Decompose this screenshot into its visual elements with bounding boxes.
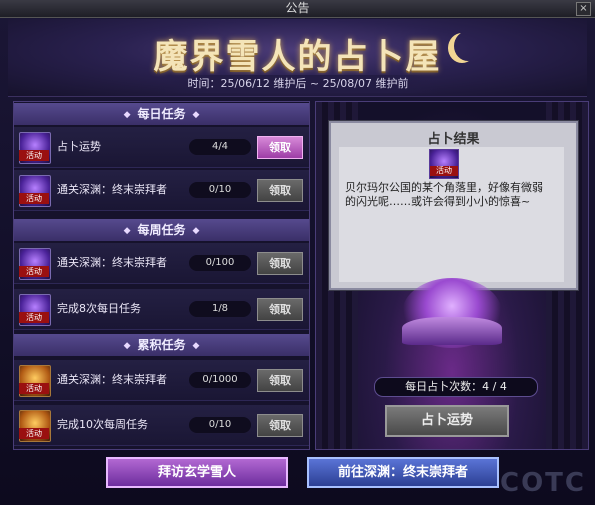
visit-yeti-button[interactable]: 拜访玄学雪人 (106, 457, 288, 488)
task-progress: 1/8 (189, 301, 251, 317)
claim-button[interactable]: 领取 (257, 414, 303, 437)
task-row: 活动 完成10次每周任务 0/10 领取 (14, 405, 309, 446)
watermark-logo: COTC (500, 468, 586, 498)
task-name: 通关深渊：终末崇拜者 (57, 183, 167, 196)
purple-orb-icon: 活动 (19, 175, 51, 207)
task-progress: 0/1000 (189, 372, 251, 388)
task-row: 活动 完成8次每日任务 1/8 领取 (14, 289, 309, 330)
gold-orb-icon: 活动 (19, 365, 51, 397)
section-weekly: ◆ 每周任务 ◆ (14, 219, 309, 241)
claim-button[interactable]: 领取 (257, 252, 303, 275)
divine-button[interactable]: 占卜运势 (385, 405, 509, 437)
task-progress: 0/10 (189, 417, 251, 433)
claim-button[interactable]: 领取 (257, 369, 303, 392)
reward-orb-icon: 活动 (429, 149, 459, 179)
task-name: 完成8次每日任务 (57, 302, 141, 315)
diamond-icon: ◆ (123, 341, 131, 351)
diamond-icon: ◆ (192, 110, 200, 120)
event-window: 公告 × 魔界雪人的占卜屋 时间：25/06/12 维护后 ~ 25/08/07… (0, 0, 595, 505)
crystal-ball-stand (402, 317, 502, 345)
event-banner: 魔界雪人的占卜屋 时间：25/06/12 维护后 ~ 25/08/07 维护前 (8, 19, 587, 97)
claim-button[interactable]: 领取 (257, 179, 303, 202)
purple-orb-icon: 活动 (19, 248, 51, 280)
window-titlebar: 公告 × (0, 0, 595, 18)
claim-button[interactable]: 领取 (257, 136, 303, 159)
moon-icon (454, 31, 482, 61)
diamond-icon: ◆ (192, 226, 200, 236)
result-title: 占卜结果 (427, 132, 480, 147)
event-time: 时间：25/06/12 维护后 ~ 25/08/07 维护前 (158, 75, 438, 93)
section-cumulative: ◆ 累积任务 ◆ (14, 334, 309, 356)
task-progress: 0/10 (189, 182, 251, 198)
purple-orb-icon: 活动 (19, 294, 51, 326)
gold-orb-icon: 活动 (19, 410, 51, 442)
goto-abyss-button[interactable]: 前往深渊：终末崇拜者 (307, 457, 499, 488)
fortune-result-card: 占卜结果 活动 贝尔玛尔公国的某个角落里，好像有微弱的闪光呢……或许会得到小小的… (329, 121, 578, 290)
diamond-icon: ◆ (123, 110, 131, 120)
banner-title: 魔界雪人的占卜屋 (153, 37, 442, 77)
purple-orb-icon: 活动 (19, 132, 51, 164)
section-daily: ◆ 每日任务 ◆ (14, 103, 309, 125)
diamond-icon: ◆ (123, 226, 131, 236)
task-name: 通关深渊：终末崇拜者 (57, 373, 167, 386)
diamond-icon: ◆ (192, 341, 200, 351)
task-progress: 4/4 (189, 139, 251, 155)
window-title: 公告 (285, 1, 310, 15)
section-title: 每日任务 (137, 107, 186, 121)
task-row: 活动 通关深渊：终末崇拜者 0/100 领取 (14, 243, 309, 284)
close-icon[interactable]: × (576, 2, 591, 16)
task-name: 占卜运势 (57, 140, 101, 153)
section-title: 累积任务 (137, 338, 186, 352)
task-panel: ◆ 每日任务 ◆ 活动 占卜运势 4/4 领取 活动 通关深渊：终末崇拜者 0/10… (13, 101, 310, 450)
section-title: 每周任务 (137, 223, 186, 237)
task-name: 完成10次每周任务 (57, 418, 148, 431)
claim-button[interactable]: 领取 (257, 298, 303, 321)
task-row: 活动 占卜运势 4/4 领取 (14, 127, 309, 168)
task-row: 活动 通关深渊：终末崇拜者 0/1000 领取 (14, 360, 309, 401)
task-row: 活动 通关深渊：终末崇拜者 0/10 领取 (14, 170, 309, 211)
task-progress: 0/100 (189, 255, 251, 271)
result-text: 贝尔玛尔公国的某个角落里，好像有微弱的闪光呢……或许会得到小小的惊喜~ (345, 181, 543, 208)
daily-divination-count: 每日占卜次数：4 / 4 (374, 377, 538, 397)
fortune-panel: 占卜结果 活动 贝尔玛尔公国的某个角落里，好像有微弱的闪光呢……或许会得到小小的… (315, 101, 589, 450)
task-name: 通关深渊：终末崇拜者 (57, 256, 167, 269)
